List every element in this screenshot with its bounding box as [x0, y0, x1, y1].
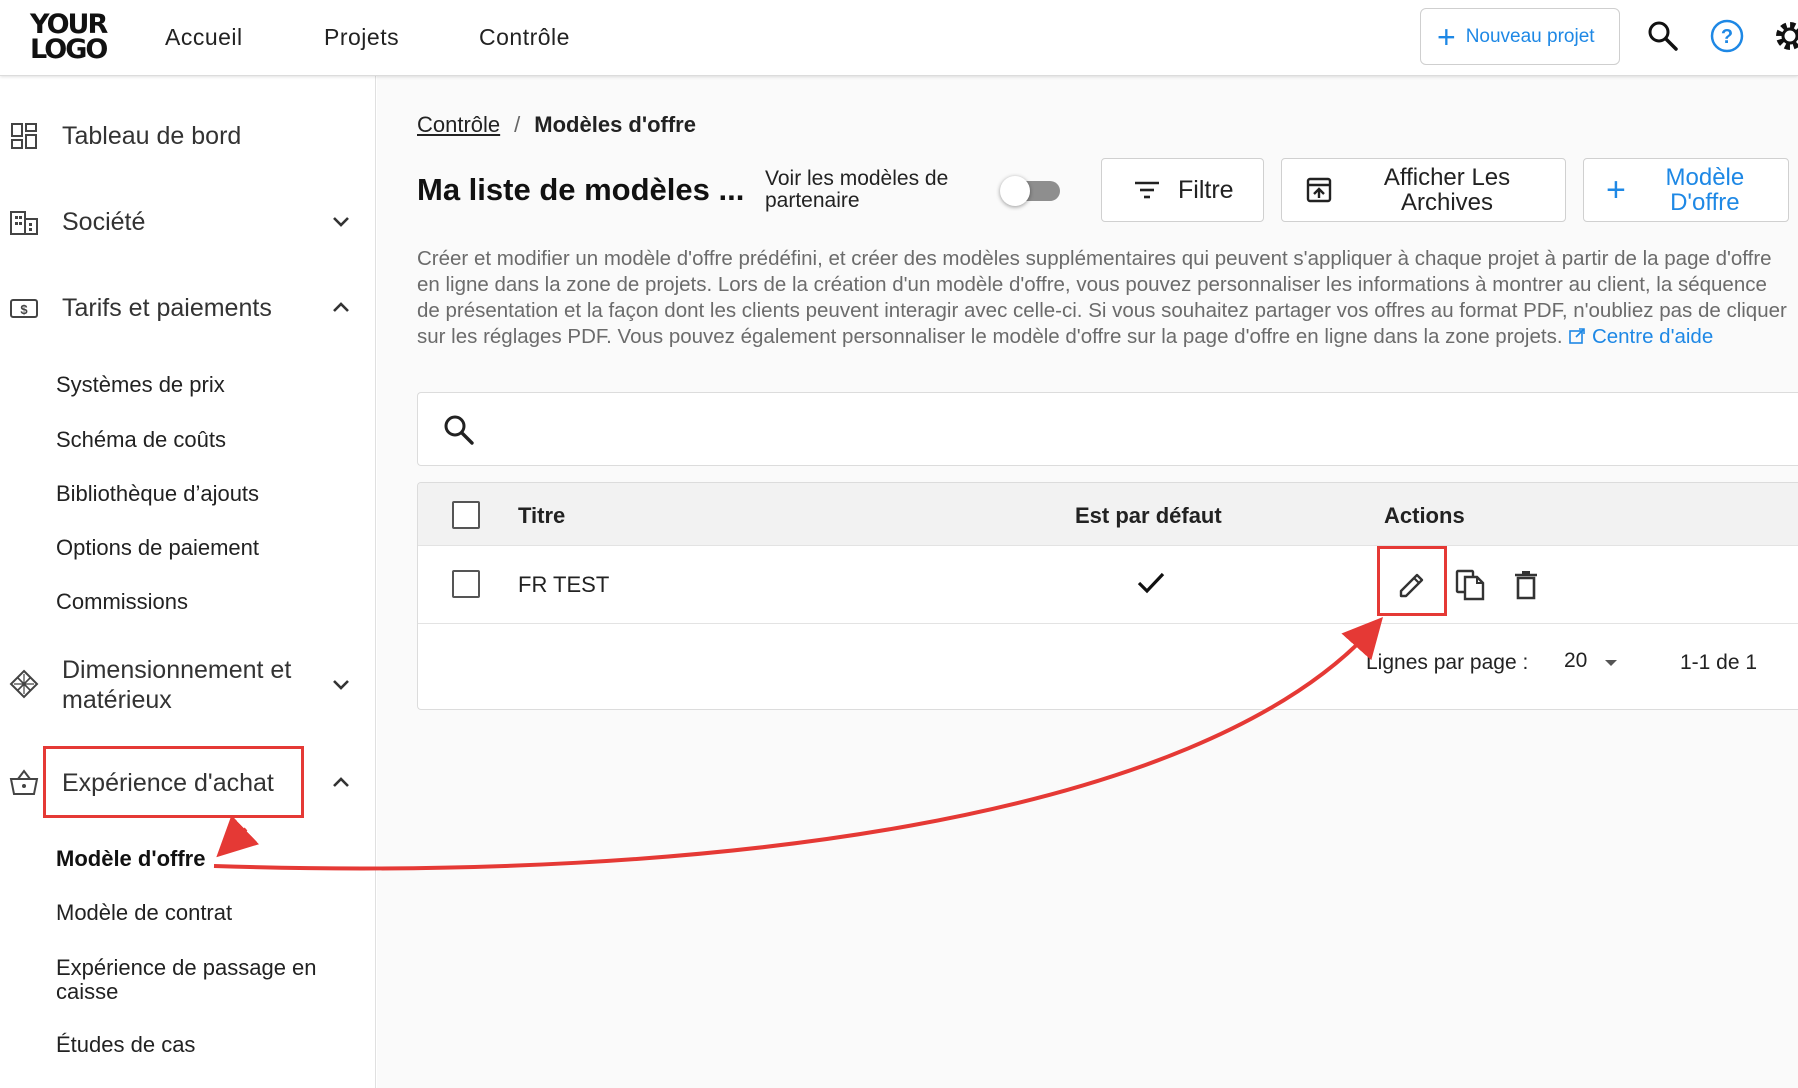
offer-models-table: Titre Est par défaut Actions FR TEST Lig…	[417, 482, 1798, 710]
column-header-est-par-defaut[interactable]: Est par défaut	[1075, 503, 1222, 529]
page-title: Ma liste de modèles ...	[417, 172, 745, 207]
select-all-checkbox[interactable]	[452, 501, 480, 529]
building-icon	[8, 206, 40, 238]
delete-trash-icon[interactable]	[1506, 565, 1546, 605]
new-project-label: Nouveau projet	[1465, 25, 1595, 47]
filter-button[interactable]: Filtre	[1101, 158, 1264, 222]
sidebar-subitem-options-de-paiement[interactable]: Options de paiement	[56, 536, 259, 560]
archive-icon	[1304, 175, 1334, 205]
partner-models-toggle[interactable]	[1000, 176, 1062, 206]
dashboard-icon	[8, 120, 40, 152]
search-input[interactable]	[417, 392, 1798, 466]
sidebar-item-societe[interactable]: Société	[0, 204, 376, 240]
nav-controle[interactable]: Contrôle	[479, 24, 570, 51]
chevron-down-icon[interactable]	[326, 207, 356, 237]
materials-icon	[8, 668, 40, 700]
sidebar-item-tableau-de-bord[interactable]: Tableau de bord	[0, 118, 376, 154]
sidebar-subitem-modele-offre[interactable]: Modèle d'offre	[56, 847, 205, 871]
row-checkbox[interactable]	[452, 570, 480, 598]
sidebar-item-label: Tableau de bord	[62, 122, 242, 150]
new-offer-model-button[interactable]: + Modèle D'offre	[1583, 158, 1789, 222]
toggle-thumb	[1000, 176, 1030, 206]
breadcrumb: Contrôle / Modèles d'offre	[417, 112, 696, 138]
show-archives-button[interactable]: Afficher Les Archives	[1281, 158, 1566, 222]
external-link-icon	[1568, 326, 1586, 344]
sidebar-subitem-schema-de-couts[interactable]: Schéma de coûts	[56, 428, 226, 452]
basket-icon	[8, 767, 40, 799]
search-icon[interactable]	[1645, 18, 1681, 54]
breadcrumb-link-controle[interactable]: Contrôle	[417, 112, 500, 137]
sidebar-item-tarifs-et-paiements[interactable]: $ Tarifs et paiements	[0, 290, 376, 326]
help-icon[interactable]: ?	[1709, 18, 1745, 54]
nav-projets[interactable]: Projets	[324, 24, 399, 51]
chevron-up-icon[interactable]	[326, 293, 356, 323]
pagination-range: 1-1 de 1	[1680, 651, 1758, 674]
duplicate-copy-icon[interactable]	[1450, 565, 1490, 605]
sidebar-subitem-modele-contrat[interactable]: Modèle de contrat	[56, 901, 232, 925]
rows-per-page-value: 20	[1564, 649, 1588, 672]
svg-text:?: ?	[1721, 26, 1733, 48]
sidebar-item-label: Dimensionnement et matérieux	[62, 656, 292, 714]
logo[interactable]: YOUR LOGO	[30, 11, 122, 65]
table-header: Titre Est par défaut Actions	[418, 483, 1798, 546]
sidebar-item-label: Société	[62, 208, 146, 236]
new-offer-model-label: Modèle D'offre	[1665, 164, 1745, 216]
nav-accueil[interactable]: Accueil	[165, 24, 243, 51]
sidebar-item-label: Tarifs et paiements	[62, 294, 272, 322]
top-bar: YOUR LOGO Accueil Projets Contrôle + Nou…	[0, 0, 1798, 76]
payments-icon: $	[8, 292, 40, 324]
logo-line-2: LOGO	[30, 34, 108, 65]
sidebar-subitem-commissions[interactable]: Commissions	[56, 590, 188, 614]
filter-label: Filtre	[1178, 175, 1234, 204]
show-archives-label: Afficher Les Archives	[1383, 164, 1511, 216]
sidebar-subitem-experience-passage-caisse[interactable]: Expérience de passage en caisse	[56, 956, 346, 1004]
svg-text:$: $	[20, 302, 28, 317]
highlight-box-experience-achat	[43, 746, 304, 818]
breadcrumb-current: Modèles d'offre	[534, 112, 696, 137]
settings-gear-icon[interactable]	[1772, 18, 1798, 54]
plus-icon: +	[1437, 18, 1456, 55]
partner-toggle-label: Voir les modèles de partenaire	[765, 167, 949, 212]
sidebar-subitem-systemes-de-prix[interactable]: Systèmes de prix	[56, 373, 225, 397]
default-check-icon	[1134, 566, 1168, 600]
caret-down-icon	[1602, 653, 1620, 671]
column-header-titre[interactable]: Titre	[518, 503, 565, 529]
sidebar-item-dimensionnement[interactable]: Dimensionnement et matérieux	[0, 652, 376, 718]
chevron-up-icon[interactable]	[326, 768, 356, 798]
row-title: FR TEST	[518, 572, 610, 597]
help-center-link[interactable]: Centre d'aide	[1592, 325, 1713, 348]
edit-pencil-icon[interactable]	[1392, 565, 1432, 605]
column-header-actions: Actions	[1384, 503, 1465, 528]
chevron-down-icon[interactable]	[326, 670, 356, 700]
plus-icon: +	[1606, 171, 1626, 209]
sidebar-subitem-bibliotheque-ajouts[interactable]: Bibliothèque d’ajouts	[56, 482, 259, 506]
breadcrumb-separator: /	[514, 112, 521, 137]
rows-per-page-label: Lignes par page :	[1366, 651, 1529, 674]
page-description: Créer et modifier un modèle d'offre préd…	[417, 246, 1787, 350]
filter-icon	[1130, 173, 1164, 207]
sidebar-subitem-etudes-de-cas[interactable]: Études de cas	[56, 1033, 195, 1057]
table-row[interactable]: FR TEST	[418, 546, 1798, 624]
search-icon	[442, 413, 476, 447]
new-project-button[interactable]: + Nouveau projet	[1420, 8, 1620, 65]
rows-per-page-select[interactable]: 20	[1564, 649, 1628, 677]
